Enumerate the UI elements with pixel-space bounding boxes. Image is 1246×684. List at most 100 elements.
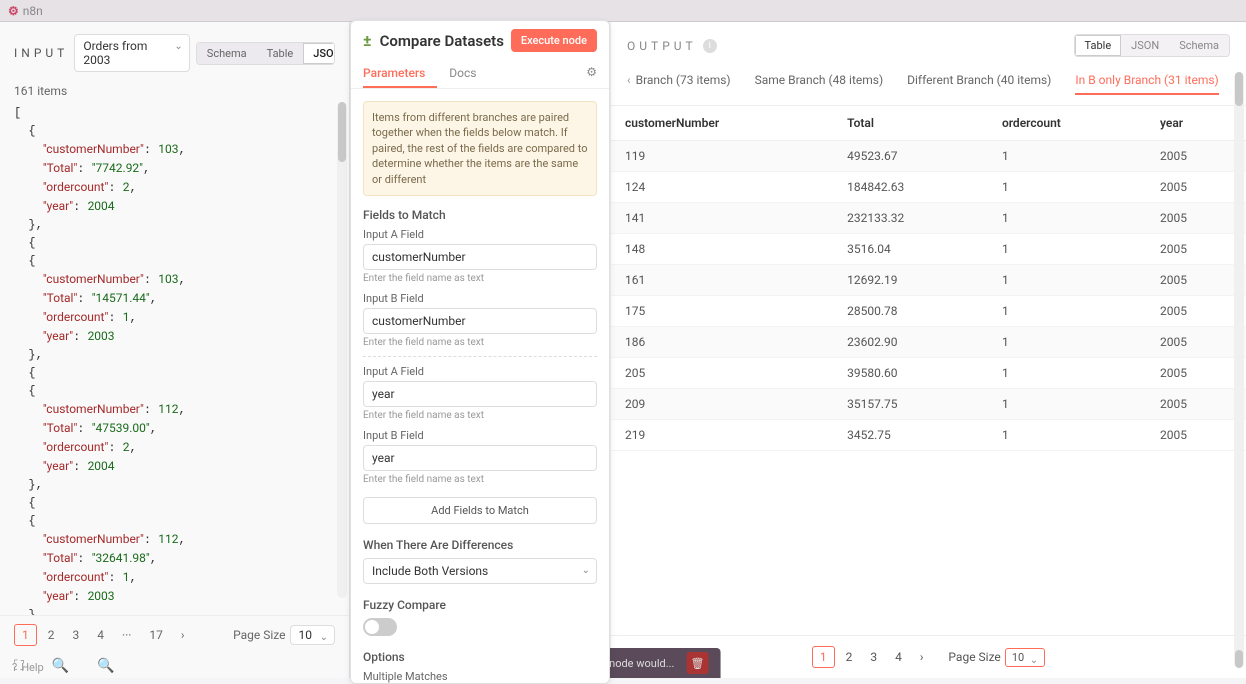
table-cell: 2005 xyxy=(1146,296,1246,327)
page-4[interactable]: 4 xyxy=(90,625,111,645)
table-cell: 148 xyxy=(611,234,833,265)
table-cell: 219 xyxy=(611,420,833,451)
page-1[interactable]: 1 xyxy=(812,646,835,668)
page-17[interactable]: 17 xyxy=(142,625,170,645)
scrollbar-thumb[interactable] xyxy=(1235,72,1243,106)
input-b-label: Input B Field xyxy=(363,429,597,442)
table-cell: 205 xyxy=(611,358,833,389)
chevron-down-icon: ⌄ xyxy=(174,41,182,52)
table-row[interactable]: 141232133.3212005 xyxy=(611,203,1246,234)
view-json[interactable]: JSON xyxy=(1121,35,1169,56)
table-cell: 39580.60 xyxy=(833,358,988,389)
scrollbar-thumb[interactable] xyxy=(338,102,346,162)
info-icon[interactable]: i xyxy=(703,39,717,53)
page-2[interactable]: 2 xyxy=(41,625,62,645)
scrollbar[interactable] xyxy=(337,102,347,598)
input-a-field[interactable] xyxy=(363,244,597,270)
input-b-field[interactable] xyxy=(363,445,597,471)
branch-tab[interactable]: Different Branch (40 items) xyxy=(907,73,1051,95)
view-table[interactable]: Table xyxy=(1075,35,1122,56)
table-row[interactable]: 20539580.6012005 xyxy=(611,358,1246,389)
zoom-in-icon[interactable]: 🔍 xyxy=(97,658,114,674)
input-source-select[interactable]: Orders from 2003 ⌄ xyxy=(74,34,189,72)
table-cell: 2005 xyxy=(1146,389,1246,420)
page-size-select[interactable]: 10⌄ xyxy=(1005,648,1045,667)
input-view-tabs: Schema Table JSON xyxy=(196,42,335,65)
tab-parameters[interactable]: Parameters xyxy=(363,60,437,88)
table-row[interactable]: 1483516.0412005 xyxy=(611,234,1246,265)
table-row[interactable]: 11949523.6712005 xyxy=(611,141,1246,172)
next-page-icon[interactable]: › xyxy=(174,625,192,645)
info-callout: Items from different branches are paired… xyxy=(363,101,597,196)
table-cell: 1 xyxy=(988,420,1146,451)
table-row[interactable]: 18623602.9012005 xyxy=(611,327,1246,358)
input-b-label: Input B Field xyxy=(363,292,597,305)
app-name: n8n xyxy=(23,4,43,18)
col-header[interactable]: year xyxy=(1146,106,1246,141)
input-title: INPUT xyxy=(14,46,68,60)
table-cell: 1 xyxy=(988,389,1146,420)
page-···[interactable]: ··· xyxy=(115,625,138,645)
differences-value: Include Both Versions xyxy=(372,564,488,578)
field-hint: Enter the field name as text xyxy=(363,337,597,348)
table-cell: 2005 xyxy=(1146,265,1246,296)
add-fields-button[interactable]: Add Fields to Match xyxy=(363,497,597,524)
help-label: Help xyxy=(21,661,44,674)
help-link[interactable]: ? Help xyxy=(12,661,44,674)
differences-label: When There Are Differences xyxy=(363,538,597,552)
output-panel: OUTPUT i Table JSON Schema ‹ Branch (73 … xyxy=(610,22,1246,678)
table-row[interactable]: 16112692.1912005 xyxy=(611,265,1246,296)
col-header[interactable]: Total xyxy=(833,106,988,141)
tab-docs[interactable]: Docs xyxy=(449,60,488,88)
chevron-down-icon: ⌄ xyxy=(1030,655,1038,666)
page-size-label: Page Size xyxy=(233,628,285,642)
table-cell: 2005 xyxy=(1146,327,1246,358)
table-row[interactable]: 2193452.7512005 xyxy=(611,420,1246,451)
view-table[interactable]: Table xyxy=(257,43,304,64)
table-row[interactable]: 20935157.7512005 xyxy=(611,389,1246,420)
next-page-icon[interactable]: › xyxy=(913,647,931,667)
col-header[interactable]: ordercount xyxy=(988,106,1146,141)
table-cell: 1 xyxy=(988,358,1146,389)
table-cell: 175 xyxy=(611,296,833,327)
scrollbar[interactable] xyxy=(1234,72,1244,668)
table-cell: 49523.67 xyxy=(833,141,988,172)
page-4[interactable]: 4 xyxy=(888,647,909,667)
page-3[interactable]: 3 xyxy=(66,625,87,645)
branch-tab[interactable]: In B only Branch (31 items) xyxy=(1075,73,1218,95)
table-cell: 35157.75 xyxy=(833,389,988,420)
differences-select[interactable]: Include Both Versions ⌄ xyxy=(363,558,597,584)
table-cell: 12692.19 xyxy=(833,265,988,296)
table-cell: 232133.32 xyxy=(833,203,988,234)
table-row[interactable]: 17528500.7812005 xyxy=(611,296,1246,327)
table-cell: 1 xyxy=(988,234,1146,265)
page-1[interactable]: 1 xyxy=(14,624,37,646)
input-b-field[interactable] xyxy=(363,308,597,334)
page-3[interactable]: 3 xyxy=(863,647,884,667)
execute-node-button[interactable]: Execute node xyxy=(511,29,597,52)
branch-tab[interactable]: ‹ Branch (73 items) xyxy=(627,73,731,95)
fuzzy-toggle[interactable] xyxy=(363,618,397,636)
input-a-field[interactable] xyxy=(363,381,597,407)
input-a-label: Input A Field xyxy=(363,228,597,241)
page-size-value: 10 xyxy=(299,628,313,642)
page-2[interactable]: 2 xyxy=(839,647,860,667)
scrollbar-thumb[interactable] xyxy=(1235,650,1243,668)
col-header[interactable]: customerNumber xyxy=(611,106,833,141)
gear-icon[interactable]: ⚙ xyxy=(586,60,597,88)
table-row[interactable]: 124184842.6312005 xyxy=(611,172,1246,203)
trash-icon[interactable]: 🗑 xyxy=(686,652,708,674)
input-json-view[interactable]: [ { "customerNumber": 103, "Total": "774… xyxy=(0,104,349,615)
view-json[interactable]: JSON xyxy=(303,43,335,64)
app-topbar: ⚙ n8n xyxy=(0,0,1246,22)
input-panel: INPUT Orders from 2003 ⌄ Schema Table JS… xyxy=(0,22,350,678)
table-cell: 2005 xyxy=(1146,172,1246,203)
page-size-select[interactable]: 10 ⌄ xyxy=(290,625,336,645)
view-schema[interactable]: Schema xyxy=(197,43,257,64)
zoom-out-icon[interactable]: 🔍 xyxy=(52,658,69,674)
table-cell: 184842.63 xyxy=(833,172,988,203)
options-label: Options xyxy=(363,650,597,664)
branch-tab[interactable]: Same Branch (48 items) xyxy=(755,73,884,95)
view-schema[interactable]: Schema xyxy=(1169,35,1229,56)
table-cell: 161 xyxy=(611,265,833,296)
